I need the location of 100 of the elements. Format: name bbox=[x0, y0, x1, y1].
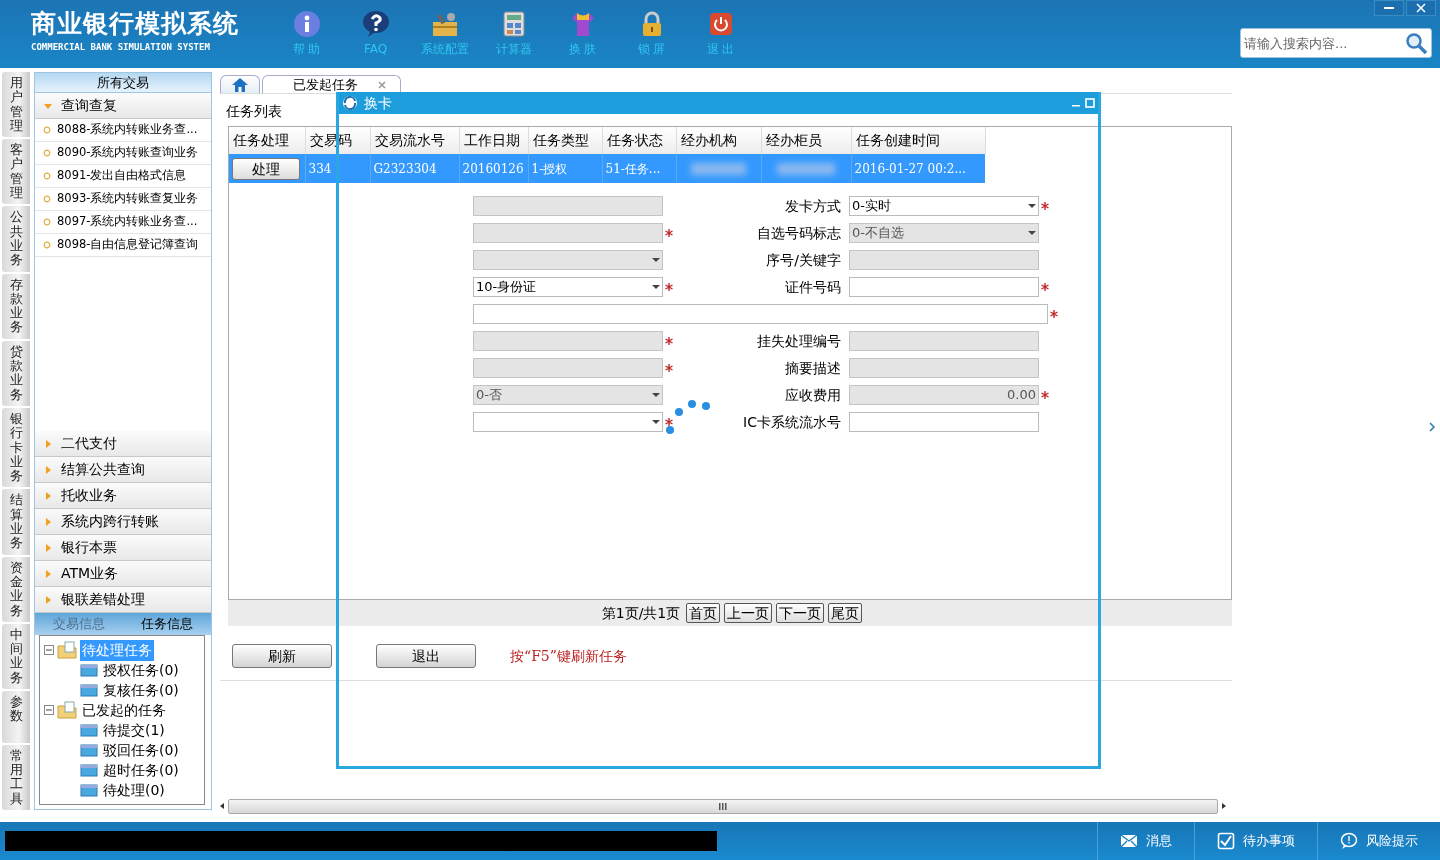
tree-item[interactable]: 待处理(0) bbox=[101, 779, 167, 801]
menu-group[interactable]: 银联差错处理 bbox=[35, 587, 211, 613]
input-field[interactable] bbox=[849, 412, 1039, 432]
menu-item[interactable]: 8097-系统内转账业务查... bbox=[35, 211, 211, 234]
table-cell: 1-授权 bbox=[528, 154, 602, 183]
side-tab[interactable]: 存款业务 bbox=[2, 273, 30, 339]
column-header: 交易流水号 bbox=[370, 127, 459, 154]
column-header: 工作日期 bbox=[459, 127, 528, 154]
required-icon bbox=[665, 337, 673, 345]
tab[interactable] bbox=[220, 75, 260, 93]
menu-group[interactable]: 结算公共查询 bbox=[35, 457, 211, 483]
expand-right-icon[interactable] bbox=[1428, 422, 1436, 432]
caret-down-icon bbox=[1028, 230, 1036, 236]
bullet-icon bbox=[43, 172, 51, 180]
close-icon[interactable] bbox=[378, 80, 386, 89]
side-tab[interactable]: 结算业务 bbox=[2, 489, 30, 555]
field-label: 序号/关键字 bbox=[765, 250, 842, 270]
tab[interactable]: 任务信息 bbox=[123, 613, 211, 635]
mail-icon bbox=[1120, 832, 1138, 850]
scroll-left-icon[interactable] bbox=[218, 802, 226, 810]
tree-item[interactable]: 超时任务(0) bbox=[101, 759, 181, 781]
side-tab[interactable]: 银行卡业务 bbox=[2, 407, 30, 488]
checkbox-icon bbox=[1217, 832, 1235, 850]
side-tab[interactable]: 公共业务 bbox=[2, 206, 30, 272]
side-tab[interactable]: 常用工具 bbox=[2, 744, 30, 810]
scroll-right-icon[interactable] bbox=[1220, 802, 1228, 810]
column-header: 任务状态 bbox=[602, 127, 676, 154]
field-label: 发卡方式 bbox=[784, 196, 842, 216]
pager-button[interactable]: 下一页 bbox=[776, 603, 825, 623]
column-header: 任务处理 bbox=[229, 127, 305, 154]
caret-down-icon bbox=[1028, 203, 1036, 209]
side-tab[interactable]: 客户管理 bbox=[2, 139, 30, 205]
menu-group[interactable]: 系统内跨行转账 bbox=[35, 509, 211, 535]
action-button[interactable]: 退出 bbox=[376, 644, 476, 668]
side-tab[interactable]: 用户管理 bbox=[2, 72, 30, 138]
table-cell: 51-任务... bbox=[602, 154, 676, 183]
pager-button[interactable]: 尾页 bbox=[828, 603, 863, 623]
status-button[interactable]: 风险提示 bbox=[1317, 822, 1440, 860]
table-cell: 20160126 bbox=[459, 154, 528, 183]
caret-down-icon bbox=[652, 419, 660, 425]
tab[interactable]: 已发起任务 bbox=[262, 75, 401, 93]
status-button[interactable]: 消息 bbox=[1097, 822, 1194, 860]
menu-item[interactable]: 8091-发出自由格式信息 bbox=[35, 165, 211, 188]
dropdown[interactable]: 10-身份证 bbox=[473, 277, 663, 297]
dialog-title: 换卡 bbox=[364, 93, 392, 113]
scrollbar-thumb[interactable] bbox=[228, 798, 1218, 814]
side-tab[interactable]: 资金业务 bbox=[2, 556, 30, 622]
process-button[interactable]: 处理 bbox=[232, 157, 300, 180]
tree-item[interactable]: 授权任务(0) bbox=[101, 659, 181, 681]
menu-group[interactable]: 托收业务 bbox=[35, 483, 211, 509]
app-title: 商业银行模拟系统 bbox=[31, 10, 240, 38]
card-swap-icon bbox=[342, 95, 358, 111]
side-tab[interactable]: 贷款业务 bbox=[2, 340, 30, 406]
bullet-icon bbox=[43, 126, 51, 134]
redacted-block bbox=[691, 162, 746, 175]
close-button[interactable] bbox=[1406, 0, 1436, 16]
folder-icon bbox=[80, 663, 98, 677]
table-cell: G2323304 bbox=[370, 154, 459, 183]
hint-text: 按“F5”键刷新任务 bbox=[510, 646, 627, 666]
redacted-block bbox=[776, 162, 836, 175]
chat-icon bbox=[1340, 832, 1358, 850]
menu-group[interactable]: 查询查复 bbox=[35, 93, 211, 119]
bullet-icon bbox=[43, 195, 51, 203]
menu-item[interactable]: 8090-系统内转账查询业务 bbox=[35, 142, 211, 165]
pager-button[interactable]: 上一页 bbox=[724, 603, 773, 623]
maximize-icon[interactable] bbox=[1085, 98, 1095, 108]
tree-item[interactable]: 待提交(1) bbox=[101, 719, 167, 741]
menu-item[interactable]: 8098-自由信息登记簿查询 bbox=[35, 234, 211, 257]
side-tab[interactable]: 参数 bbox=[2, 691, 30, 743]
input-field[interactable] bbox=[849, 277, 1039, 297]
tree-item[interactable]: 已发起的任务 bbox=[80, 699, 168, 721]
dropdown[interactable] bbox=[473, 412, 663, 432]
menu-group[interactable]: ATM业务 bbox=[35, 561, 211, 587]
search-field[interactable]: 请输入搜索内容... bbox=[1240, 28, 1432, 58]
tree-item[interactable]: 复核任务(0) bbox=[101, 679, 181, 701]
toolbox-icon bbox=[430, 10, 459, 38]
required-icon bbox=[1050, 310, 1058, 318]
input-field[interactable] bbox=[473, 304, 1048, 324]
table-cell: 334 bbox=[305, 154, 370, 183]
panel-title: 任务列表 bbox=[225, 102, 283, 121]
menu-item[interactable]: 8088-系统内转账业务查... bbox=[35, 119, 211, 142]
folder-icon bbox=[80, 723, 98, 737]
pager-button[interactable]: 首页 bbox=[686, 603, 721, 623]
dropdown[interactable]: 0-实时 bbox=[849, 196, 1039, 216]
minimize-button[interactable] bbox=[1374, 0, 1404, 16]
tree-item[interactable]: 驳回任务(0) bbox=[101, 739, 181, 761]
menu-group[interactable]: 二代支付 bbox=[35, 431, 211, 457]
minimize-icon bbox=[1384, 7, 1394, 9]
status-button[interactable]: 待办事项 bbox=[1194, 822, 1317, 860]
menu-item[interactable]: 8093-系统内转账查复业务 bbox=[35, 188, 211, 211]
folder-icon bbox=[80, 683, 98, 697]
field-label: 自选号码标志 bbox=[756, 223, 842, 243]
menu-group[interactable]: 银行本票 bbox=[35, 535, 211, 561]
caret-down-icon bbox=[652, 257, 660, 263]
info-icon bbox=[292, 10, 321, 38]
action-button[interactable]: 刷新 bbox=[232, 644, 332, 668]
folder-icon bbox=[57, 701, 77, 719]
side-tab[interactable]: 中间业务 bbox=[2, 623, 30, 689]
field-label: 应收费用 bbox=[784, 385, 842, 405]
close-icon bbox=[1416, 3, 1426, 13]
